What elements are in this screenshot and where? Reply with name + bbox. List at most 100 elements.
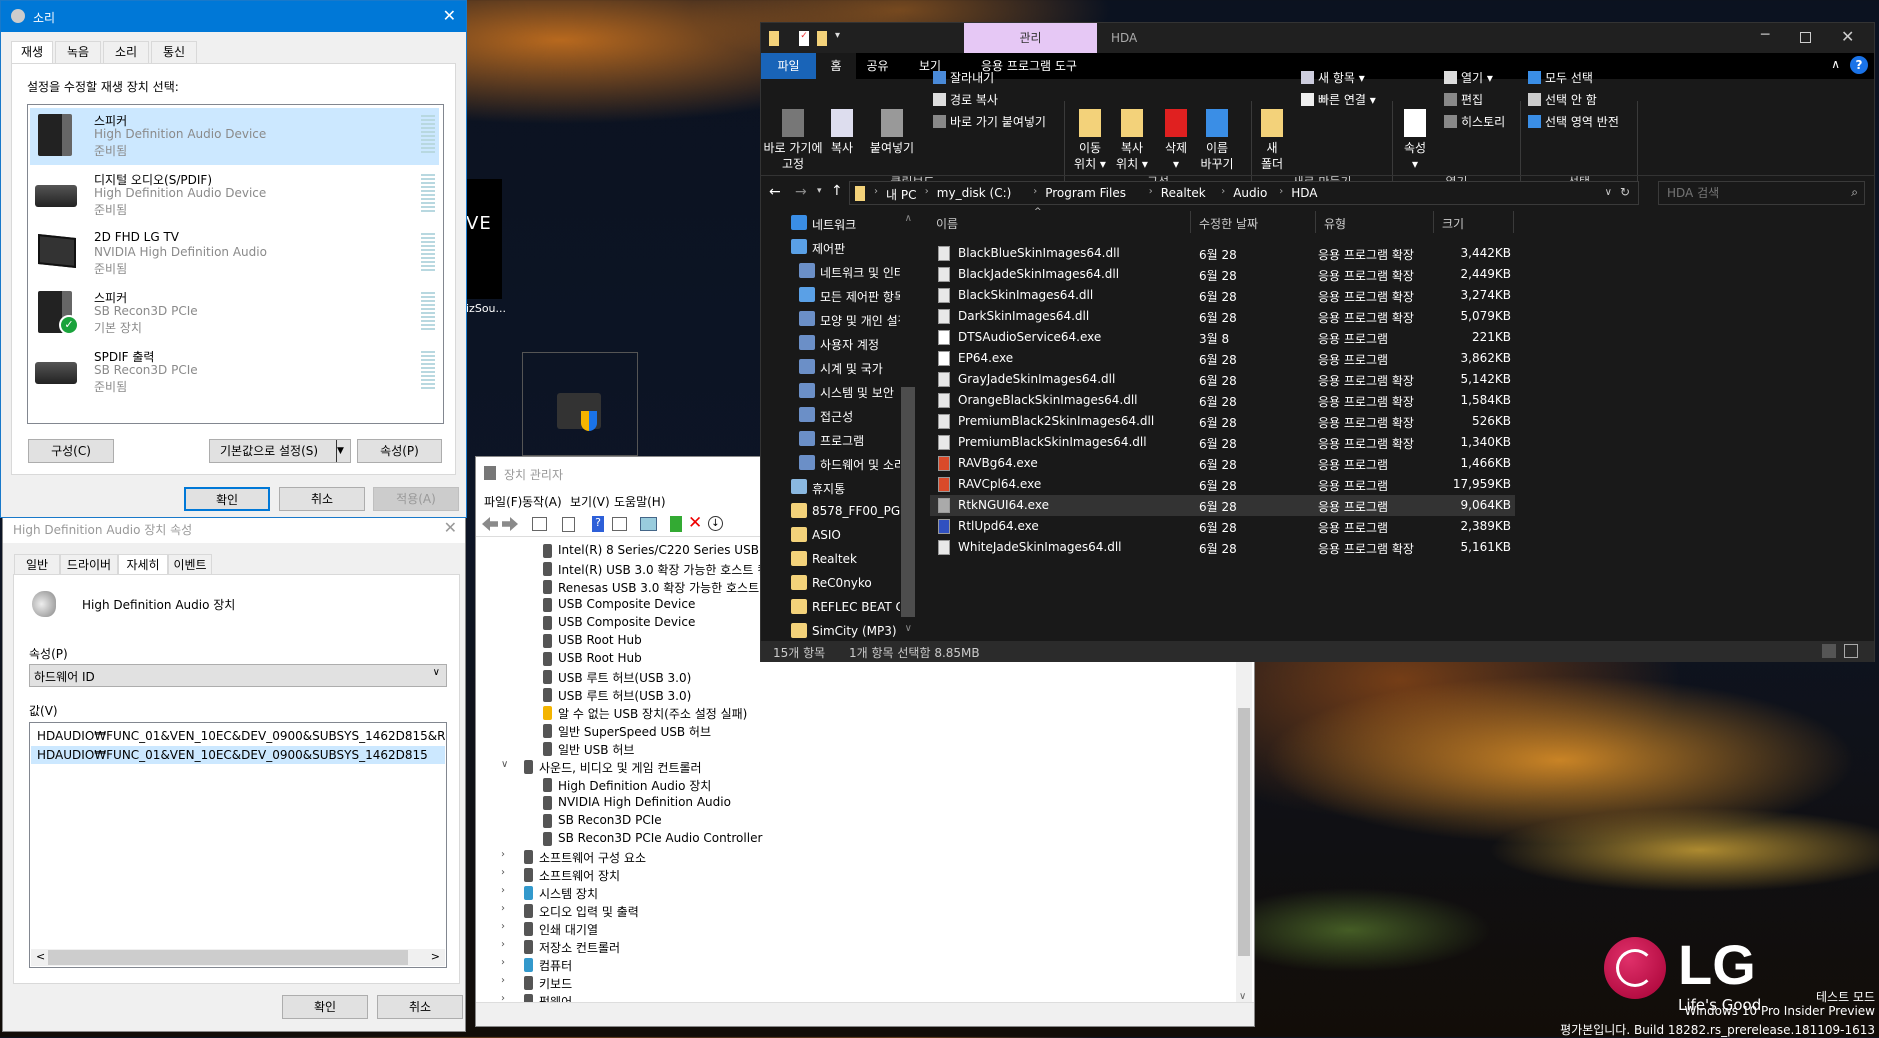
nav-item[interactable]: 8578_FF00_PG4: [761, 499, 900, 523]
search-icon[interactable]: ⌕: [1851, 185, 1858, 200]
forward-button[interactable]: →: [795, 184, 807, 200]
scroll-left-icon[interactable]: <: [36, 950, 45, 963]
nav-item[interactable]: 모든 제어판 항목: [761, 283, 900, 307]
edit-button[interactable]: 편집: [1444, 91, 1483, 108]
update-driver-icon[interactable]: [670, 516, 682, 532]
cancel-button[interactable]: 취소: [279, 487, 365, 511]
file-row[interactable]: DarkSkinImages64.dll 6월 28 응용 프로그램 확장 5,079…: [930, 306, 1515, 327]
set-default-dropdown-icon[interactable]: ▼: [336, 440, 350, 462]
back-icon[interactable]: [482, 517, 498, 531]
tab-2[interactable]: 소리: [103, 41, 149, 63]
nav-item[interactable]: 네트워크 및 인터넷: [761, 259, 900, 283]
horizontal-scrollbar[interactable]: < >: [31, 949, 445, 966]
nav-item[interactable]: REFLEC BEAT Or: [761, 595, 900, 619]
history-button[interactable]: 히스토리: [1444, 113, 1505, 130]
invert-selection-button[interactable]: 선택 영역 반전: [1528, 113, 1619, 130]
device-item[interactable]: SPDIF 출력 SB Recon3D PCIe 준비됨: [30, 344, 439, 401]
tab-1[interactable]: 녹음: [55, 41, 101, 63]
refresh-icon[interactable]: ↻: [1620, 185, 1630, 199]
breadcrumb-item[interactable]: Audio: [1233, 186, 1267, 200]
breadcrumb-item[interactable]: 내 PC: [886, 186, 916, 203]
nav-item[interactable]: 네트워크: [761, 211, 900, 235]
tab-0[interactable]: 일반: [14, 554, 60, 576]
file-row[interactable]: RAVBg64.exe 6월 28 응용 프로그램 1,466KB: [930, 453, 1515, 474]
tab-1[interactable]: 드라이버: [60, 554, 118, 576]
breadcrumb-item[interactable]: my_disk (C:): [937, 186, 1012, 200]
file-row[interactable]: PremiumBlackSkinImages64.dll 6월 28 응용 프로그램…: [930, 432, 1515, 453]
easy-access-button[interactable]: 빠른 연결 ▾: [1301, 91, 1376, 108]
properties-button[interactable]: 속성 ▾: [1395, 107, 1435, 173]
ok-button[interactable]: 확인: [184, 487, 270, 511]
ok-button[interactable]: 확인: [282, 995, 368, 1019]
nav-item[interactable]: Realtek: [761, 547, 900, 571]
set-default-button[interactable]: 기본값으로 설정(S) ▼: [209, 439, 351, 463]
device-item[interactable]: 스피커 High Definition Audio Device 준비됨: [30, 108, 439, 165]
back-button[interactable]: ←: [769, 184, 781, 200]
address-bar[interactable]: › 내 PC › my_disk (C:) › Program Files › Realtek…: [849, 181, 1639, 205]
action-pane-icon[interactable]: [612, 517, 627, 531]
show-hide-console-tree-icon[interactable]: [532, 517, 547, 531]
property-select[interactable]: 하드웨어 ID ∨: [29, 664, 447, 687]
nav-item[interactable]: 모양 및 개인 설정: [761, 307, 900, 331]
help-icon[interactable]: ?: [592, 516, 604, 532]
file-row[interactable]: OrangeBlackSkinImages64.dll 6월 28 응용 프로그램 …: [930, 390, 1515, 411]
large-icons-view-button[interactable]: [1844, 644, 1858, 658]
column-header-1[interactable]: 수정한 날짜: [1191, 211, 1316, 233]
menu-item-3[interactable]: 도움말(H): [614, 493, 666, 510]
search-input[interactable]: [1659, 182, 1829, 204]
chevron-right-icon[interactable]: ›: [501, 867, 505, 878]
file-row[interactable]: WhiteJadeSkinImages64.dll 6월 28 응용 프로그램 확장…: [930, 537, 1515, 558]
search-box[interactable]: ⌕: [1658, 181, 1865, 205]
file-row[interactable]: RAVCpl64.exe 6월 28 응용 프로그램 17,959KB: [930, 474, 1515, 495]
menu-item-0[interactable]: 파일(F): [484, 493, 522, 510]
file-row[interactable]: BlackJadeSkinImages64.dll 6월 28 응용 프로그램 확장…: [930, 264, 1515, 285]
breadcrumb-item[interactable]: Realtek: [1161, 186, 1206, 200]
breadcrumb-item[interactable]: HDA: [1291, 186, 1317, 200]
select-all-button[interactable]: 모두 선택: [1528, 69, 1593, 86]
up-button[interactable]: ↑: [831, 183, 843, 199]
scroll-down-icon[interactable]: ∨: [1239, 991, 1246, 1002]
nav-item[interactable]: 제어판: [761, 235, 900, 259]
file-row[interactable]: PremiumBlack2SkinImages64.dll 6월 28 응용 프로그…: [930, 411, 1515, 432]
uninstall-icon[interactable]: ✕: [688, 513, 702, 533]
rename-button[interactable]: 이름 바꾸기: [1197, 107, 1237, 173]
scan-hardware-icon[interactable]: [640, 517, 657, 531]
chevron-right-icon[interactable]: ›: [501, 903, 505, 914]
nav-item[interactable]: 접근성: [761, 403, 900, 427]
new-folder-button[interactable]: 새 폴더: [1255, 107, 1289, 173]
open-button[interactable]: 열기 ▾: [1444, 69, 1493, 86]
nav-item[interactable]: 휴지통: [761, 475, 900, 499]
nav-item[interactable]: 사용자 계정: [761, 331, 900, 355]
move-to-button[interactable]: 이동 위치 ▾: [1069, 107, 1111, 173]
value-item[interactable]: HDAUDIO₩FUNC_01&VEN_10EC&DEV_0900&SUBSYS…: [31, 727, 445, 745]
file-row[interactable]: BlackSkinImages64.dll 6월 28 응용 프로그램 확장 3,27…: [930, 285, 1515, 306]
close-button[interactable]: ✕: [444, 518, 457, 537]
menu-item-2[interactable]: 보기(V): [570, 493, 610, 510]
select-none-button[interactable]: 선택 안 함: [1528, 91, 1597, 108]
properties-button[interactable]: 속성(P): [357, 439, 442, 463]
scroll-right-icon[interactable]: >: [431, 950, 440, 963]
nav-item[interactable]: 프로그램: [761, 427, 900, 451]
chevron-down-icon[interactable]: ∨: [501, 759, 508, 770]
nav-item[interactable]: 하드웨어 및 소리: [761, 451, 900, 475]
paste-shortcut-button[interactable]: 바로 가기 붙여넣기: [933, 113, 1046, 130]
tab-3[interactable]: 이벤트: [168, 554, 212, 576]
cancel-button[interactable]: 취소: [377, 995, 463, 1019]
nav-item[interactable]: 시스템 및 보안: [761, 379, 900, 403]
details-view-button[interactable]: [1822, 644, 1836, 658]
title-bar[interactable]: 소리 ✕: [1, 1, 466, 32]
desktop-icon-mpt[interactable]: [522, 352, 638, 456]
file-row[interactable]: BlackBlueSkinImages64.dll 6월 28 응용 프로그램 확장…: [930, 243, 1515, 264]
copy-path-button[interactable]: 경로 복사: [933, 91, 998, 108]
file-row[interactable]: RtkNGUI64.exe 6월 28 응용 프로그램 9,064KB: [930, 495, 1515, 516]
nav-item[interactable]: ReC0nyko: [761, 571, 900, 595]
file-row[interactable]: RtlUpd64.exe 6월 28 응용 프로그램 2,389KB: [930, 516, 1515, 537]
close-button[interactable]: ✕: [443, 6, 456, 25]
chevron-right-icon[interactable]: ›: [501, 975, 505, 986]
address-dropdown-icon[interactable]: ∨: [1605, 187, 1612, 198]
value-item[interactable]: HDAUDIO₩FUNC_01&VEN_10EC&DEV_0900&SUBSYS…: [31, 746, 445, 764]
column-header-3[interactable]: 크기: [1434, 211, 1514, 233]
chevron-right-icon[interactable]: ›: [501, 939, 505, 950]
disable-device-icon[interactable]: ↓: [708, 516, 723, 531]
chevron-right-icon[interactable]: ›: [501, 957, 505, 968]
